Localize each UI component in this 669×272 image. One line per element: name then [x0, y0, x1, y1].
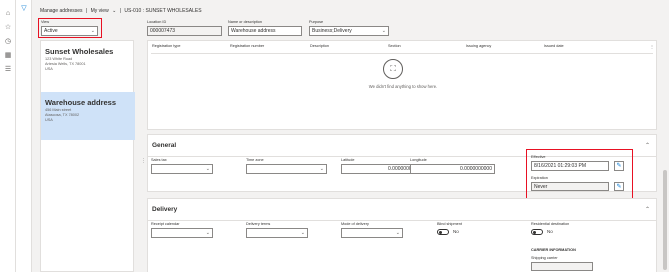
vertical-scrollbar[interactable]: [663, 170, 667, 270]
receipt-calendar-label: Receipt calendar: [151, 222, 180, 226]
chevron-down-icon: ⌄: [381, 28, 386, 34]
residential-destination-toggle[interactable]: [531, 229, 543, 235]
chevron-up-icon[interactable]: ⌃: [645, 206, 650, 213]
delivery-terms-select[interactable]: ⌄: [246, 228, 308, 238]
breadcrumb: Manage addresses | My view ⌄ | US-010 : …: [40, 8, 204, 14]
breadcrumb-manage-addresses[interactable]: Manage addresses: [40, 8, 83, 14]
chevron-down-icon[interactable]: ⌄: [112, 8, 116, 14]
address-line: USA: [45, 67, 53, 71]
section-divider: [148, 220, 656, 221]
delivery-terms-label: Delivery terms: [246, 222, 271, 226]
location-id-field[interactable]: 000007473: [147, 26, 222, 36]
chevron-up-icon[interactable]: ⌃: [645, 142, 650, 149]
chevron-down-icon: ⌄: [300, 230, 305, 236]
view-label: View: [41, 20, 50, 24]
column-header[interactable]: Issued date: [544, 44, 564, 48]
carrier-information-heading: CARRIER INFORMATION: [531, 248, 576, 252]
clock-icon[interactable]: ◷: [4, 38, 12, 46]
empty-state-icon: ⛶: [383, 59, 403, 79]
column-header[interactable]: Section: [388, 44, 401, 48]
sales-tax-label: Sales tax: [151, 158, 167, 162]
chevron-down-icon: ⌄: [205, 230, 210, 236]
longitude-value: 0.0000000000: [460, 166, 492, 172]
location-id-value: 000007473: [150, 28, 176, 34]
chevron-down-icon: ⌄: [90, 28, 95, 34]
purpose-label: Purpose: [309, 20, 324, 24]
effective-expiration-highlight-box: [526, 149, 633, 203]
address-line: USA: [45, 118, 53, 122]
shipping-carrier-label: Shipping carrier: [531, 256, 558, 260]
breadcrumb-separator: |: [119, 8, 121, 14]
list-icon[interactable]: ☰: [4, 66, 12, 74]
blind-shipment-toggle[interactable]: [437, 229, 449, 235]
column-header[interactable]: Registration number: [230, 44, 264, 48]
mode-of-delivery-select[interactable]: ⌄: [341, 228, 403, 238]
purpose-select[interactable]: Business;Delivery ⌄: [309, 26, 389, 36]
shipping-carrier-field[interactable]: [531, 262, 593, 271]
latitude-label: Latitude: [341, 158, 355, 162]
column-options-icon[interactable]: ⋮: [650, 44, 654, 49]
sales-tax-select[interactable]: ⌄: [151, 164, 213, 174]
longitude-field[interactable]: 0.0000000000: [410, 164, 495, 174]
address-card-warehouse[interactable]: Warehouse address 456 Main street Atasco…: [41, 92, 135, 140]
time-zone-select[interactable]: ⌄: [246, 164, 327, 174]
chevron-down-icon: ⌄: [395, 230, 400, 236]
name-value: Warehouse address: [231, 28, 276, 34]
grid-icon[interactable]: ▦: [4, 52, 12, 60]
home-icon[interactable]: ⌂: [4, 10, 12, 18]
breadcrumb-record-title: US-010 : SUNSET WHOLESALES: [124, 8, 202, 14]
view-select[interactable]: Active ⌄: [41, 26, 98, 36]
blind-shipment-label: Blind shipment: [437, 222, 462, 226]
empty-state-text: We didn't find anything to show here.: [368, 84, 438, 89]
chevron-down-icon: ⌄: [319, 166, 324, 172]
blind-shipment-value: No: [453, 229, 459, 234]
filter-pane: ▽: [16, 0, 32, 272]
residential-destination-label: Residential destination: [531, 222, 570, 226]
column-header[interactable]: Registration type: [152, 44, 181, 48]
registration-grid: Registration type Registration number De…: [147, 40, 657, 130]
longitude-label: Longitude: [410, 158, 427, 162]
column-header[interactable]: Description: [310, 44, 329, 48]
delivery-section-title[interactable]: Delivery: [152, 206, 177, 213]
location-id-label: Location ID: [147, 20, 167, 24]
star-icon[interactable]: ☆: [4, 24, 12, 32]
filter-icon[interactable]: ▽: [20, 5, 28, 13]
address-card-name: Warehouse address: [45, 98, 116, 107]
address-card-name: Sunset Wholesales: [45, 47, 114, 56]
delivery-section: Delivery ⌃ Receipt calendar ⌄ Delivery t…: [147, 198, 657, 272]
receipt-calendar-select[interactable]: ⌄: [151, 228, 213, 238]
residential-destination-value: No: [547, 229, 553, 234]
view-select-value: Active: [44, 28, 58, 34]
purpose-value: Business;Delivery: [312, 28, 352, 34]
mode-of-delivery-label: Mode of delivery: [341, 222, 369, 226]
grid-header-divider: [151, 53, 653, 54]
left-nav-rail: ⌂ ☆ ◷ ▦ ☰: [0, 0, 16, 272]
address-list: Sunset Wholesales 123 White Road Artesia…: [40, 40, 135, 272]
general-section-title[interactable]: General: [152, 142, 176, 149]
address-card-sunset[interactable]: Sunset Wholesales 123 White Road Artesia…: [41, 44, 135, 91]
chevron-down-icon: ⌄: [205, 166, 210, 172]
name-field[interactable]: Warehouse address: [228, 26, 302, 36]
panel-splitter-handle[interactable]: ⋮: [141, 158, 146, 164]
breadcrumb-separator: |: [85, 8, 88, 14]
my-view-dropdown[interactable]: My view: [91, 8, 109, 14]
name-label: Name or description: [228, 20, 262, 24]
time-zone-label: Time zone: [246, 158, 264, 162]
column-header[interactable]: Issuing agency: [466, 44, 491, 48]
